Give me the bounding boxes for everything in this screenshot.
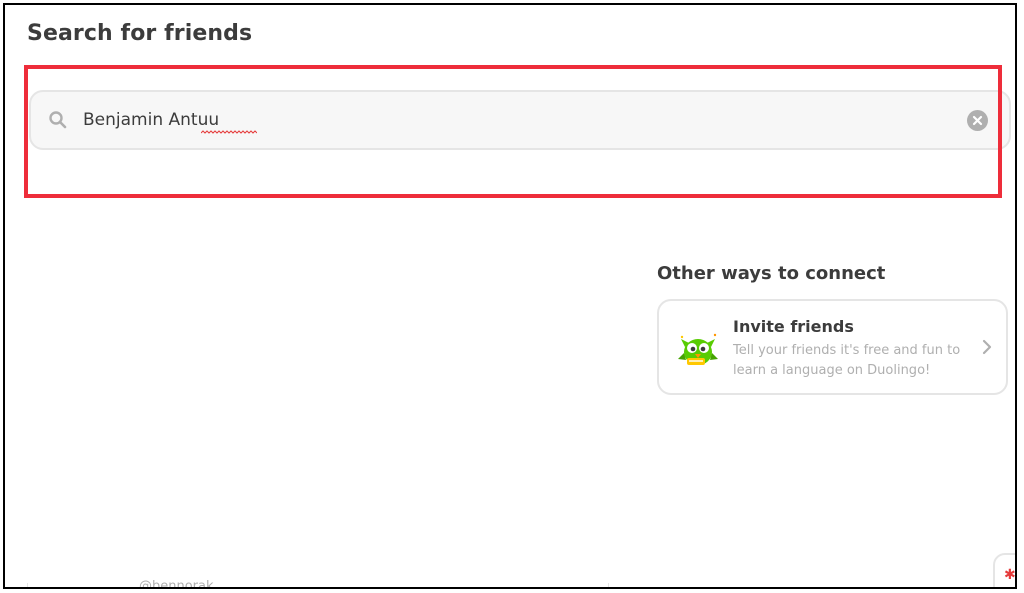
app-frame: Search for friends Other ways to connect xyxy=(3,3,1017,589)
invite-friends-card[interactable]: Invite friends Tell your friends it's fr… xyxy=(657,299,1008,395)
chevron-right-icon xyxy=(982,339,992,355)
invite-friends-title: Invite friends xyxy=(733,317,854,336)
result-divider xyxy=(608,583,609,587)
partial-card-icon: ✱ xyxy=(1004,567,1016,583)
partial-card: ✱ xyxy=(993,553,1016,587)
highlight-annotation xyxy=(24,65,1002,198)
duolingo-owl-icon xyxy=(678,333,718,365)
result-divider xyxy=(27,583,28,587)
other-ways-title: Other ways to connect xyxy=(657,263,886,284)
result-username: @bennorak xyxy=(139,579,214,589)
invite-friends-description: Tell your friends it's free and fun to l… xyxy=(733,343,961,378)
page-title: Search for friends xyxy=(27,21,253,46)
avatar xyxy=(59,588,117,589)
